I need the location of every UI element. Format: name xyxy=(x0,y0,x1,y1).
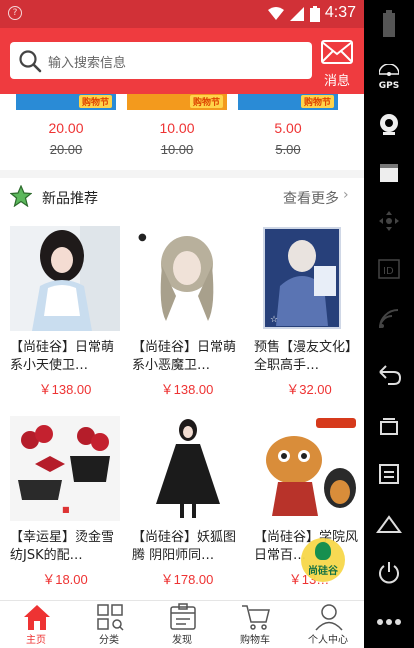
category-icon xyxy=(97,604,124,631)
product-price: ￥18.00 xyxy=(42,572,88,587)
mail-icon xyxy=(321,40,353,64)
svg-text:ID: ID xyxy=(383,266,394,277)
product-name: 【尚硅谷】日常萌系小恶魔卫… xyxy=(132,340,237,373)
bottom-tabbar: 主页 分类 发现 购物车 个人中心 xyxy=(0,600,364,648)
svg-text:■: ■ xyxy=(62,505,70,514)
product-price: ￥138.00 xyxy=(160,382,214,397)
id-icon[interactable]: ID xyxy=(364,258,414,284)
power-icon[interactable] xyxy=(364,560,414,590)
tab-discover[interactable]: 发现 xyxy=(146,601,218,648)
wig-figure-image: ● xyxy=(132,226,242,331)
badge-label: 尚硅谷 xyxy=(308,566,338,577)
battery-icon xyxy=(310,6,320,22)
menu-icon[interactable] xyxy=(364,462,414,490)
search-box[interactable]: 输入搜索信息 xyxy=(10,42,312,79)
promo-old-price: 10.00 xyxy=(160,142,194,157)
tab-label: 分类 xyxy=(99,635,119,646)
promo-old-price: 20.00 xyxy=(49,142,83,157)
user-icon xyxy=(315,604,343,631)
recent-apps-icon[interactable] xyxy=(364,416,414,442)
status-icons xyxy=(268,6,320,22)
discover-icon xyxy=(170,603,196,630)
product-card[interactable]: 【尚硅谷】日常萌系小天使卫… ￥138.00 xyxy=(10,226,120,398)
promo-price: 20.00 xyxy=(48,120,84,136)
gps-icon[interactable]: GPS xyxy=(364,63,414,91)
product-price: ￥178.00 xyxy=(160,572,214,587)
home-nav-icon[interactable] xyxy=(364,514,414,538)
svg-text:☆: ☆ xyxy=(270,315,278,325)
section-divider xyxy=(0,170,364,178)
tab-label: 个人中心 xyxy=(308,635,348,646)
book-cover-image: ☆ xyxy=(254,226,364,331)
nfc-icon[interactable] xyxy=(364,308,414,334)
product-card[interactable]: ■ 【幸运星】烫金雪纺JSK的配… ￥18.00 xyxy=(10,416,120,588)
new-products-title: 新品推荐 xyxy=(42,191,98,207)
promo-tag-bar: 购物节 xyxy=(238,94,338,110)
svg-text:●: ● xyxy=(138,232,147,243)
promo-tag: 购物节 xyxy=(300,95,334,108)
more-icon[interactable] xyxy=(364,612,414,631)
tab-label: 发现 xyxy=(172,635,192,646)
search-icon xyxy=(19,50,42,73)
promo-row: 购物节 20.00 20.00 购物节 10.00 10.00 购物节 5.00… xyxy=(0,94,364,170)
message-label: 消息 xyxy=(323,74,350,89)
promo-tag: 购物节 xyxy=(78,95,112,108)
sim-icon: ? xyxy=(8,6,22,20)
promo-item[interactable]: 购物节 5.00 5.00 xyxy=(238,94,338,170)
tab-label: 购物车 xyxy=(240,635,270,646)
signal-icon xyxy=(290,7,304,21)
product-name: 【尚硅谷】日常萌系小天使卫… xyxy=(10,340,115,373)
brand-logo-icon xyxy=(315,542,331,560)
video-icon[interactable] xyxy=(364,162,414,188)
tab-cart[interactable]: 购物车 xyxy=(219,601,291,648)
promo-item[interactable]: 购物节 10.00 10.00 xyxy=(127,94,227,170)
top-header: 输入搜索信息 消息 xyxy=(0,28,364,94)
search-placeholder: 输入搜索信息 xyxy=(48,56,127,71)
product-name: 【尚硅谷】妖狐图腾 阴阳师同… xyxy=(132,530,237,563)
brand-float-badge[interactable]: 尚硅谷 xyxy=(301,538,345,582)
camera-icon[interactable] xyxy=(364,112,414,140)
promo-tag-bar: 购物节 xyxy=(127,94,227,110)
product-name: 【幸运星】烫金雪纺JSK的配… xyxy=(10,530,115,563)
battery-status-icon xyxy=(364,10,414,42)
product-card[interactable]: ☆ 预售【漫友文化】全职高手… ￥32.00 xyxy=(254,226,364,398)
tab-profile[interactable]: 个人中心 xyxy=(292,601,364,648)
tab-category[interactable]: 分类 xyxy=(73,601,145,648)
see-more-link[interactable]: 查看更多 xyxy=(283,188,339,208)
message-button[interactable]: 消息 xyxy=(320,40,354,89)
black-dress-image xyxy=(132,416,242,521)
emulator-side-bar: GPS ID xyxy=(364,0,414,648)
tab-home[interactable]: 主页 xyxy=(0,601,72,648)
product-card[interactable]: 【尚硅谷】妖狐图腾 阴阳师同… ￥178.00 xyxy=(132,416,242,588)
tab-label: 主页 xyxy=(26,635,46,646)
back-icon[interactable] xyxy=(364,364,414,390)
cart-icon xyxy=(242,605,270,630)
app-screen: ? 4:37 输入搜索信息 消息 购物节 20.00 20.00 购物节 10.… xyxy=(0,0,364,648)
product-name: 预售【漫友文化】全职高手… xyxy=(254,340,359,373)
promo-old-price: 5.00 xyxy=(275,142,301,157)
promo-item[interactable]: 购物节 20.00 20.00 xyxy=(16,94,116,170)
product-price: ￥138.00 xyxy=(38,382,92,397)
accessories-image: ■ xyxy=(10,416,120,521)
status-time: 4:37 xyxy=(324,4,356,21)
promo-price: 10.00 xyxy=(159,120,195,136)
promo-tag-bar: 购物节 xyxy=(16,94,116,110)
chevron-right-icon: › xyxy=(343,187,349,203)
new-products-header: 新品推荐 查看更多 › xyxy=(0,178,364,214)
move-icon[interactable] xyxy=(364,210,414,236)
promo-tag: 购物节 xyxy=(189,95,223,108)
status-bar: ? 4:37 xyxy=(0,0,364,28)
home-icon xyxy=(24,605,50,630)
star-icon xyxy=(10,185,32,207)
product-card[interactable]: ● 【尚硅谷】日常萌系小恶魔卫… ￥138.00 xyxy=(132,226,242,398)
promo-price: 5.00 xyxy=(274,120,302,136)
product-price: ￥32.00 xyxy=(286,382,332,397)
lolita-figure-image xyxy=(10,226,120,331)
tiger-plush-image xyxy=(254,416,364,521)
wifi-icon xyxy=(268,7,284,20)
